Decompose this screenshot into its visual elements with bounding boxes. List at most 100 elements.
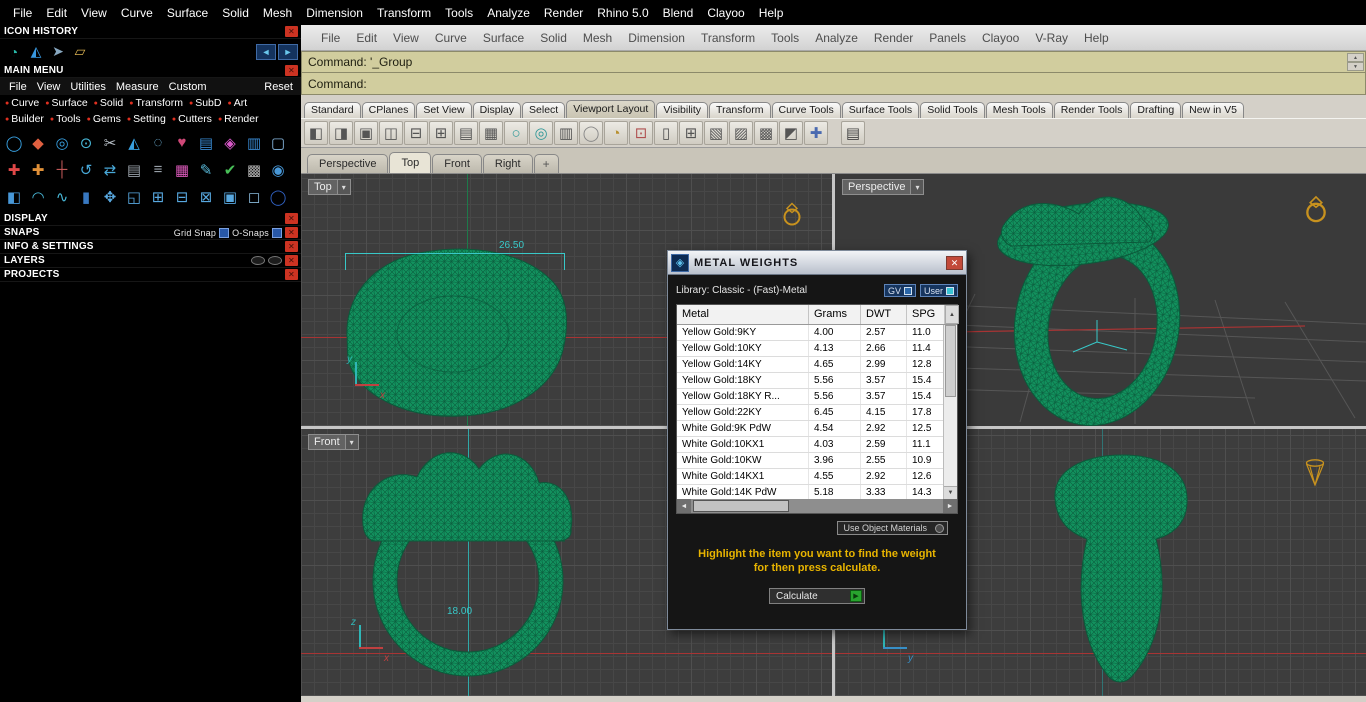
category-transform[interactable]: ● Transform — [126, 97, 186, 109]
sidebar-tool-icon[interactable]: ≡ — [146, 158, 170, 182]
app-menu-item-help[interactable]: Help — [1076, 31, 1117, 45]
app-menu-item-tools[interactable]: Tools — [763, 31, 807, 45]
category-builder[interactable]: ● Builder — [2, 113, 47, 125]
sidebar-tool-icon[interactable]: ♥ — [170, 131, 194, 155]
scroll-up-button[interactable]: ▲ — [1347, 53, 1364, 62]
menubar-item-dimension[interactable]: Dimension — [299, 6, 370, 20]
ribbon-tab-display[interactable]: Display — [472, 102, 522, 118]
chevron-down-icon[interactable]: ▾ — [337, 179, 351, 195]
table-row[interactable]: White Gold:14KX1 4.55 2.92 12.6 — [677, 469, 943, 485]
toolbar-icon-3[interactable]: ◫ — [379, 121, 403, 145]
toolbar-icon-19[interactable]: ◩ — [779, 121, 803, 145]
sidebar-tool-icon[interactable]: ⇄ — [98, 158, 122, 182]
ribbon-tab-mesh-tools[interactable]: Mesh Tools — [985, 102, 1053, 118]
category-tools[interactable]: ● Tools — [47, 113, 84, 125]
table-row[interactable]: Yellow Gold:22KY 6.45 4.15 17.8 — [677, 405, 943, 421]
menubar-item-clayoo[interactable]: Clayoo — [700, 6, 751, 20]
app-menu-item-surface[interactable]: Surface — [475, 31, 532, 45]
sidebar-tool-icon[interactable]: ◱ — [122, 185, 146, 209]
viewport-tab-new[interactable]: + — [533, 154, 559, 173]
toolbar-icon-14[interactable]: ▯ — [654, 121, 678, 145]
sidebar-tool-icon[interactable]: ▤ — [122, 158, 146, 182]
table-row[interactable]: Yellow Gold:10KY 4.13 2.66 11.4 — [677, 341, 943, 357]
sidebar-tool-icon[interactable]: ◌ — [146, 131, 170, 155]
sidebar-tool-icon[interactable]: ◠ — [26, 185, 50, 209]
category-setting[interactable]: ● Setting — [124, 113, 169, 125]
main-menu-measure[interactable]: Measure — [111, 81, 164, 93]
toolbar-icon-18[interactable]: ▩ — [754, 121, 778, 145]
app-menu-item-panels[interactable]: Panels — [921, 31, 974, 45]
sidebar-tool-icon[interactable]: ▥ — [242, 131, 266, 155]
sidebar-tool-icon[interactable]: ◯ — [2, 131, 26, 155]
close-icon[interactable]: ✕ — [285, 65, 298, 76]
history-back-button[interactable]: ◄ — [256, 43, 276, 60]
table-row[interactable]: Yellow Gold:9KY 4.00 2.57 11.0 — [677, 325, 943, 341]
sidebar-tool-icon[interactable]: ⊠ — [194, 185, 218, 209]
eye-icon[interactable] — [251, 256, 265, 265]
menubar-item-help[interactable]: Help — [752, 6, 791, 20]
display-panel-header[interactable]: DISPLAY ✕ — [0, 212, 301, 226]
table-row[interactable]: Yellow Gold:18KY 5.56 3.57 15.4 — [677, 373, 943, 389]
sidebar-tool-icon[interactable]: ◆ — [26, 131, 50, 155]
app-menu-item-clayoo[interactable]: Clayoo — [974, 31, 1027, 45]
history-forward-button[interactable]: ► — [278, 43, 298, 60]
scroll-right-button[interactable]: ► — [943, 499, 957, 513]
sidebar-tool-icon[interactable]: ⊙ — [74, 131, 98, 155]
scroll-up-button[interactable]: ▲ — [945, 305, 959, 324]
close-icon[interactable]: ✕ — [285, 227, 298, 238]
category-curve[interactable]: ● Curve — [2, 97, 42, 109]
printer-icon-21[interactable]: ▤ — [841, 121, 865, 145]
history-tool-icon[interactable]: ➤ — [47, 41, 69, 63]
sidebar-tool-icon[interactable]: ◭ — [122, 131, 146, 155]
table-row[interactable]: White Gold:10KW 3.96 2.55 10.9 — [677, 453, 943, 469]
sidebar-tool-icon[interactable]: ↺ — [74, 158, 98, 182]
toolbar-icon-0[interactable]: ◧ — [304, 121, 328, 145]
sidebar-tool-icon[interactable]: ∿ — [50, 185, 74, 209]
app-menu-item-edit[interactable]: Edit — [348, 31, 385, 45]
main-menu-view[interactable]: View — [32, 81, 66, 93]
category-surface[interactable]: ● Surface — [42, 97, 90, 109]
menubar-item-mesh[interactable]: Mesh — [256, 6, 299, 20]
materials-dropdown[interactable]: Use Object Materials — [837, 521, 948, 535]
dialog-titlebar[interactable]: ◈ METAL WEIGHTS ✕ — [668, 251, 966, 275]
menubar-item-solid[interactable]: Solid — [215, 6, 256, 20]
toolbar-icon-13[interactable]: ⊡ — [629, 121, 653, 145]
scrollbar-thumb[interactable] — [693, 500, 789, 512]
close-icon[interactable]: ✕ — [285, 255, 298, 266]
toolbar-icon-17[interactable]: ▨ — [729, 121, 753, 145]
sidebar-tool-icon[interactable]: ▮ — [74, 185, 98, 209]
toolbar-icon-20[interactable]: ✚ — [804, 121, 828, 145]
main-menu-custom[interactable]: Custom — [164, 81, 212, 93]
close-icon[interactable]: ✕ — [285, 269, 298, 280]
scroll-down-button[interactable]: ▼ — [1347, 62, 1364, 71]
info-settings-panel-header[interactable]: INFO & SETTINGS ✕ — [0, 240, 301, 254]
menubar-item-blend[interactable]: Blend — [656, 6, 701, 20]
eye-icon[interactable] — [268, 256, 282, 265]
user-toggle-button[interactable]: User — [919, 284, 958, 297]
ribbon-tab-solid-tools[interactable]: Solid Tools — [920, 102, 985, 118]
toolbar-icon-5[interactable]: ⊞ — [429, 121, 453, 145]
ribbon-tab-surface-tools[interactable]: Surface Tools — [841, 102, 920, 118]
category-gems[interactable]: ● Gems — [84, 113, 124, 125]
table-row[interactable]: White Gold:9K PdW 4.54 2.92 12.5 — [677, 421, 943, 437]
menubar-item-view[interactable]: View — [74, 6, 114, 20]
sidebar-tool-icon[interactable]: ✔ — [218, 158, 242, 182]
ribbon-tab-new-in-v5[interactable]: New in V5 — [1182, 102, 1245, 118]
menubar-item-render[interactable]: Render — [537, 6, 590, 20]
menubar-item-surface[interactable]: Surface — [160, 6, 215, 20]
category-art[interactable]: ● Art — [224, 97, 250, 109]
sidebar-tool-icon[interactable]: ✎ — [194, 158, 218, 182]
sidebar-tool-icon[interactable]: ✚ — [2, 158, 26, 182]
close-icon[interactable]: ✕ — [285, 213, 298, 224]
app-menu-item-solid[interactable]: Solid — [532, 31, 575, 45]
menubar-item-transform[interactable]: Transform — [370, 6, 438, 20]
sidebar-tool-icon[interactable]: ◧ — [2, 185, 26, 209]
sidebar-tool-icon[interactable]: ◉ — [266, 158, 290, 182]
scroll-left-button[interactable]: ◄ — [677, 499, 691, 513]
viewport-title-front[interactable]: Front ▾ — [308, 434, 359, 450]
app-menu-item-render[interactable]: Render — [866, 31, 921, 45]
snaps-panel-header[interactable]: SNAPS Grid Snap O-Snaps ✕ — [0, 226, 301, 240]
ribbon-tab-visibility[interactable]: Visibility — [656, 102, 709, 118]
toolbar-icon-10[interactable]: ▥ — [554, 121, 578, 145]
horizontal-scrollbar[interactable]: ◄ ► — [677, 499, 957, 513]
